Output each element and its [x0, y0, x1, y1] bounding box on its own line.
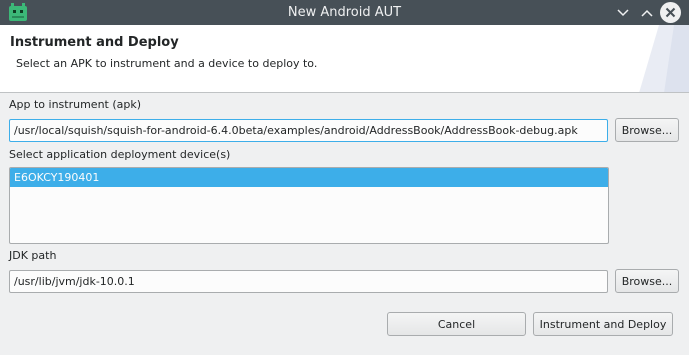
- jdk-browse-button[interactable]: Browse...: [615, 269, 679, 293]
- apk-browse-button[interactable]: Browse...: [615, 118, 679, 142]
- jdk-path-input[interactable]: /usr/lib/jvm/jdk-10.0.1: [9, 270, 608, 293]
- wizard-header: Instrument and Deploy Select an APK to i…: [0, 25, 689, 93]
- page-title: Instrument and Deploy: [10, 35, 179, 50]
- apk-path-input[interactable]: /usr/local/squish/squish-for-android-6.4…: [9, 119, 608, 142]
- close-icon: [665, 7, 676, 18]
- instrument-and-deploy-button[interactable]: Instrument and Deploy: [533, 312, 673, 336]
- chevron-down-icon: [617, 9, 629, 17]
- window-title: New Android AUT: [287, 5, 402, 20]
- device-list[interactable]: E6OKCY190401: [9, 167, 609, 244]
- jdk-label: JDK path: [9, 249, 57, 262]
- header-decoration: [639, 25, 689, 92]
- minimize-button[interactable]: [613, 3, 633, 23]
- close-button[interactable]: [660, 2, 681, 23]
- cancel-button[interactable]: Cancel: [387, 312, 526, 336]
- device-label: Select application deployment device(s): [9, 148, 231, 161]
- apk-label: App to instrument (apk): [9, 98, 142, 111]
- maximize-button[interactable]: [637, 3, 657, 23]
- page-description: Select an APK to instrument and a device…: [16, 57, 318, 70]
- title-bar: New Android AUT: [0, 0, 689, 25]
- list-item[interactable]: E6OKCY190401: [10, 168, 608, 187]
- chevron-up-icon: [641, 9, 653, 17]
